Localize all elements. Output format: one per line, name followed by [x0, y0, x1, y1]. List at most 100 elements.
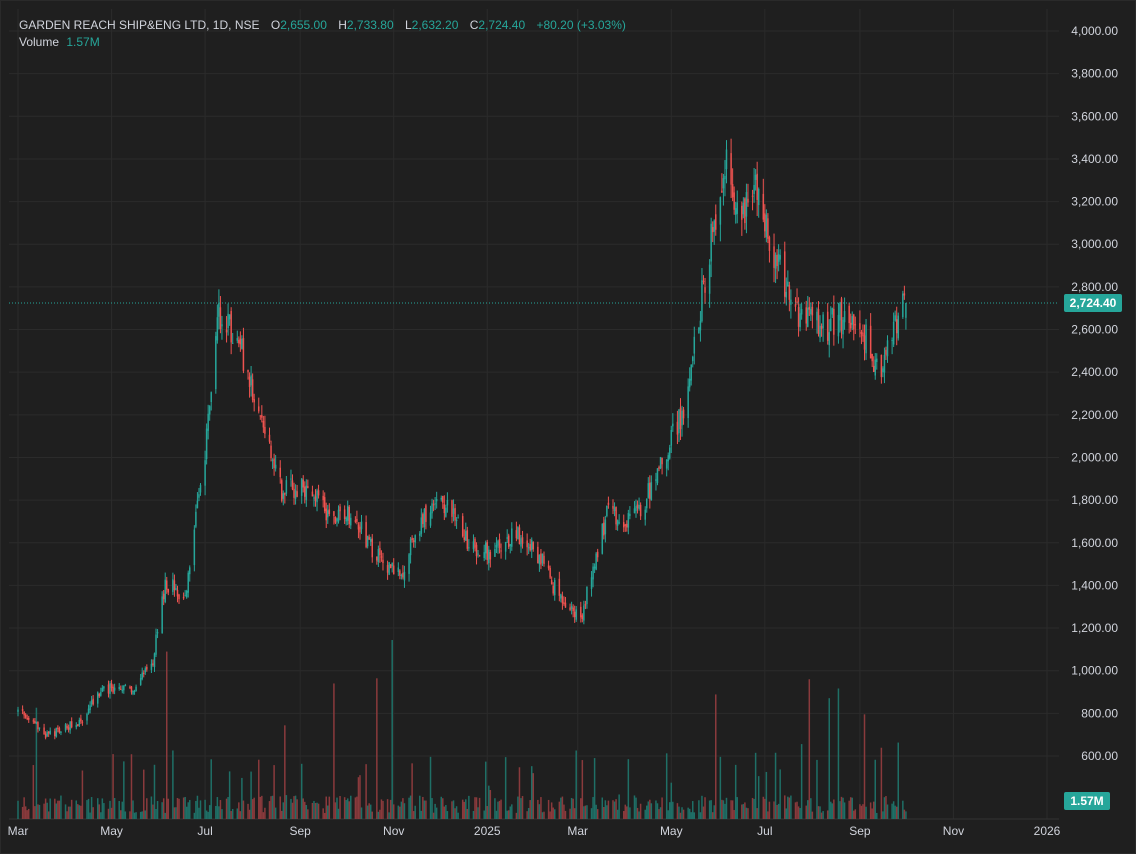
- candle-body: [590, 577, 593, 589]
- volume-bar: [624, 804, 627, 819]
- candle-body: [64, 724, 67, 731]
- volume-bar: [863, 714, 866, 819]
- volume-bar: [679, 812, 682, 819]
- candle-body: [141, 672, 143, 679]
- candle-body: [612, 505, 614, 509]
- candle-body: [67, 727, 70, 730]
- volume-bar: [553, 809, 556, 819]
- price-chart[interactable]: 4,000.00 3,800.00 3,600.00 3,400.00 3,200.00…: [1, 1, 1135, 853]
- volume-bar: [730, 800, 732, 819]
- candle-body: [216, 317, 219, 341]
- candle-body: [702, 280, 705, 282]
- volume-bar: [592, 797, 594, 819]
- volume-bar: [119, 810, 122, 819]
- volume-bar: [156, 801, 159, 819]
- candle-body: [688, 378, 691, 388]
- candle-body: [304, 486, 306, 497]
- volume-bar: [828, 698, 830, 819]
- candle-body: [242, 338, 245, 371]
- candle-body: [603, 522, 605, 536]
- candle-body: [676, 421, 679, 435]
- candle-body: [488, 549, 490, 564]
- candle-body: [520, 538, 522, 547]
- y-tick-label: 2,800.00: [1071, 280, 1118, 294]
- volume-bar: [839, 801, 841, 819]
- volume-bar: [377, 811, 380, 819]
- candle-body: [350, 517, 352, 526]
- candle-body: [656, 468, 659, 483]
- candle-body: [442, 496, 444, 503]
- volume-bar: [773, 801, 775, 819]
- candle-body: [465, 531, 467, 541]
- candle-body: [27, 717, 30, 720]
- volume-bar: [24, 806, 27, 819]
- volume-bar: [842, 797, 844, 819]
- candle-body: [215, 336, 217, 390]
- volume-bar: [734, 764, 737, 819]
- candle-body: [54, 731, 56, 737]
- volume-bar: [461, 799, 464, 819]
- candle-body: [60, 731, 62, 733]
- candle-body: [644, 509, 646, 520]
- volume-bar: [776, 804, 778, 819]
- candle-body: [843, 311, 846, 323]
- volume-bar: [389, 799, 392, 819]
- candle-body: [773, 246, 775, 268]
- volume-bar: [196, 795, 199, 819]
- volume-bar: [153, 764, 156, 819]
- candle-body: [788, 285, 791, 300]
- volume-bar: [189, 799, 191, 819]
- symbol-label[interactable]: GARDEN REACH SHIP&ENG LTD, 1D, NSE: [19, 18, 260, 32]
- volume-bar: [150, 796, 153, 819]
- volume-bar: [891, 803, 893, 819]
- volume-bar: [337, 808, 340, 819]
- volume-bar: [543, 811, 545, 819]
- candle-body: [779, 255, 781, 260]
- volume-bar: [601, 797, 604, 819]
- candle-body: [317, 490, 320, 496]
- volume-bar: [366, 805, 369, 819]
- volume-bar: [141, 811, 143, 819]
- volume-bar: [380, 799, 383, 819]
- volume-bar: [656, 803, 659, 819]
- volume-bar: [794, 802, 797, 819]
- volume-bar: [805, 805, 807, 819]
- volume-label[interactable]: Volume: [19, 35, 59, 49]
- volume-bar: [360, 807, 363, 819]
- candle-body: [167, 588, 170, 593]
- volume-value: 1.57M: [66, 35, 100, 49]
- candle-body: [529, 544, 531, 551]
- y-tick-label: 3,400.00: [1071, 152, 1118, 166]
- volume-bar: [205, 810, 208, 819]
- candle-body: [300, 478, 303, 496]
- candle-body: [414, 535, 416, 543]
- volume-bar: [348, 801, 350, 819]
- volume-bar: [296, 799, 298, 819]
- volume-bar: [604, 800, 607, 819]
- candle-body: [500, 550, 502, 552]
- x-tick-label: Nov: [383, 824, 404, 838]
- candle-body: [219, 307, 222, 330]
- candle-body: [826, 311, 829, 341]
- candle-body: [205, 428, 208, 459]
- candle-body: [152, 663, 154, 666]
- y-tick-label: 1,000.00: [1071, 664, 1118, 678]
- volume-bar: [77, 804, 79, 819]
- candle-body: [672, 423, 674, 427]
- volume-bar: [21, 806, 24, 819]
- volume-bar: [649, 799, 651, 819]
- volume-bar: [762, 796, 765, 819]
- volume-bar: [305, 805, 308, 819]
- candle-body: [540, 553, 542, 565]
- volume-bar: [882, 811, 884, 819]
- candle-body: [797, 307, 800, 327]
- candle-body: [26, 717, 28, 720]
- volume-bar: [236, 808, 239, 819]
- candle-body: [231, 342, 234, 344]
- volume-bar: [484, 761, 487, 819]
- volume-bar: [121, 801, 124, 819]
- candle-body: [701, 280, 703, 322]
- volume-bar: [647, 801, 650, 819]
- volume-bar: [790, 795, 792, 819]
- volume-bar: [698, 800, 700, 819]
